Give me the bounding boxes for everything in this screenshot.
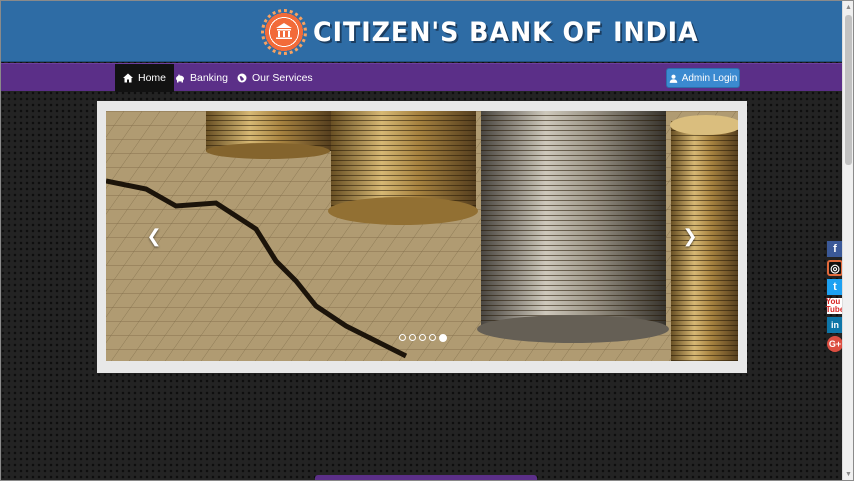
main-navbar: Home Banking Our Services Admin Login <box>1 63 842 92</box>
scrollbar-thumb[interactable] <box>845 15 852 165</box>
carousel-next-button[interactable]: ❯ <box>676 221 704 251</box>
user-icon <box>669 74 677 83</box>
image-carousel: ❮ ❯ <box>97 101 747 373</box>
brand-link[interactable]: CITIZEN'S BANK OF INDIA <box>261 9 723 55</box>
globe-icon <box>237 73 247 83</box>
section-tab <box>315 475 537 481</box>
social-links: f ◎ t You Tube in G+ <box>826 241 844 355</box>
admin-login-label: Admin Login <box>681 72 738 84</box>
piggy-bank-icon <box>176 74 184 83</box>
carousel-indicator-active[interactable] <box>439 333 447 342</box>
brand-title: CITIZEN'S BANK OF INDIA <box>313 16 699 48</box>
twitter-icon[interactable]: t <box>827 279 843 295</box>
nav-item-our-services[interactable]: Our Services <box>229 64 321 92</box>
facebook-icon[interactable]: f <box>827 241 843 257</box>
nav-item-home[interactable]: Home <box>115 64 175 92</box>
scroll-down-icon[interactable]: ▼ <box>843 468 854 480</box>
carousel-prev-button[interactable]: ❮ <box>140 221 168 251</box>
chevron-right-icon: ❯ <box>682 225 698 246</box>
home-icon <box>123 73 133 83</box>
carousel-indicator[interactable] <box>419 334 426 341</box>
google-plus-icon[interactable]: G+ <box>827 336 843 352</box>
chevron-left-icon: ❮ <box>146 225 162 246</box>
bank-building-icon <box>261 9 307 55</box>
carousel-indicators <box>399 333 447 342</box>
vertical-scrollbar[interactable]: ▲ ▼ <box>842 1 853 480</box>
carousel-indicator[interactable] <box>429 334 436 341</box>
carousel-slide-image: ❮ ❯ <box>106 111 738 361</box>
admin-login-button[interactable]: Admin Login <box>666 68 740 88</box>
site-header: CITIZEN'S BANK OF INDIA <box>1 1 842 62</box>
youtube-icon[interactable]: You Tube <box>826 298 844 314</box>
scroll-up-icon[interactable]: ▲ <box>843 1 854 13</box>
nav-item-banking[interactable]: Banking <box>167 64 236 92</box>
carousel-indicator[interactable] <box>399 334 406 341</box>
nav-item-label: Home <box>138 72 167 84</box>
carousel-indicator[interactable] <box>409 334 416 341</box>
instagram-icon[interactable]: ◎ <box>827 260 843 276</box>
nav-item-label: Banking <box>190 72 228 84</box>
linkedin-icon[interactable]: in <box>827 317 843 333</box>
nav-item-label: Our Services <box>252 72 313 84</box>
